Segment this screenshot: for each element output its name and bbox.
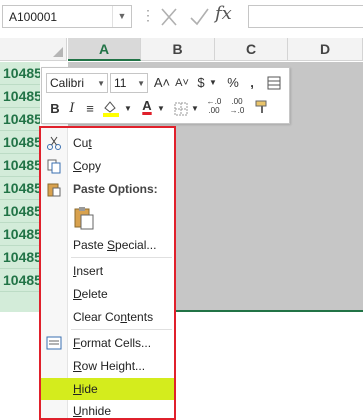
column-header-c[interactable]: C <box>215 38 288 61</box>
context-menu: Cut Copy Paste Options: Paste Special...… <box>39 126 176 420</box>
menu-item-label: Copy <box>73 159 102 173</box>
menu-item-label: Insert <box>73 264 104 278</box>
font-name-value: Calibri <box>50 76 85 90</box>
comma-label: , <box>250 75 254 90</box>
font-name-select[interactable]: Calibri ▼ <box>46 73 108 93</box>
menu-item-label: Unhide <box>73 404 112 418</box>
row-header[interactable]: 1048576 <box>0 246 40 269</box>
chevron-down-icon[interactable]: ▼ <box>156 99 166 119</box>
font-size-select[interactable]: 11 ▼ <box>110 73 148 93</box>
percent-label: % <box>227 75 239 90</box>
enter-icon[interactable] <box>186 4 212 30</box>
bold-button[interactable]: B <box>47 99 63 119</box>
select-all-button[interactable] <box>0 38 67 61</box>
italic-label: I <box>69 101 75 116</box>
row-header[interactable]: 1048576 <box>0 108 40 131</box>
menu-item-copy[interactable]: Copy <box>41 155 174 177</box>
bold-label: B <box>50 101 60 116</box>
menu-item-label: Cut <box>73 136 92 150</box>
chevron-down-icon[interactable]: ▼ <box>208 73 218 93</box>
column-header-d[interactable]: D <box>288 38 363 61</box>
row-headers: 1048576 1048576 1048576 1048576 1048576 … <box>0 62 40 312</box>
align-label: ≡ <box>86 101 94 116</box>
menu-item-label: Delete <box>73 287 108 301</box>
grow-font-button[interactable]: A˄ <box>152 73 172 93</box>
mini-toolbar: Calibri ▼ 11 ▼ A˄ A˅ $ ▼ % , B I ≡ ▼ A ▼… <box>41 67 290 124</box>
menu-item-label: Paste Special... <box>73 238 157 252</box>
menu-item-row-height[interactable]: Row Height... <box>41 355 174 377</box>
row-header[interactable]: 1048576 <box>0 85 40 108</box>
menu-item-unhide[interactable]: Unhide <box>41 400 174 420</box>
menu-item-hide[interactable]: Hide <box>41 378 174 400</box>
font-color-button[interactable]: A <box>138 96 156 116</box>
blank-area <box>0 312 40 420</box>
column-header-a[interactable]: A <box>68 38 141 61</box>
menu-item-label: Format Cells... <box>73 336 152 350</box>
comma-button[interactable]: , <box>245 73 259 93</box>
chevron-down-icon[interactable]: ▼ <box>112 6 131 27</box>
row-header[interactable]: 1048576 <box>0 200 40 223</box>
select-all-triangle-icon <box>53 47 63 57</box>
grow-font-label: A˄ <box>153 75 171 90</box>
shrink-font-label: A˅ <box>175 77 189 89</box>
font-color-label: A <box>142 98 152 113</box>
chevron-down-icon[interactable]: ▼ <box>123 99 133 119</box>
font-size-value: 11 <box>114 76 127 90</box>
menu-item-paste-special[interactable]: Paste Special... <box>41 234 174 256</box>
menu-separator <box>71 257 172 258</box>
chevron-down-icon: ▼ <box>97 79 105 88</box>
menu-item-label: Clear Contents <box>73 310 154 324</box>
more-options-icon[interactable]: ⋮ <box>141 7 155 24</box>
menu-item-paste-options: Paste Options: <box>41 178 174 200</box>
chevron-down-icon: ▼ <box>137 79 145 88</box>
currency-button[interactable]: $ <box>194 73 208 93</box>
italic-button[interactable]: I <box>65 99 79 119</box>
cancel-icon[interactable] <box>156 4 182 30</box>
row-header[interactable]: 1048576 <box>0 269 40 292</box>
formula-icons <box>156 4 246 30</box>
name-box-value: A100001 <box>9 10 58 24</box>
format-painter-icon[interactable] <box>252 99 272 119</box>
menu-item-format-cells[interactable]: Format Cells... <box>41 332 174 354</box>
row-header[interactable]: 1048576 <box>0 62 40 85</box>
decrease-decimal-button[interactable]: .00 →.0 <box>227 97 247 117</box>
format-cells-icon <box>46 336 62 350</box>
column-header-b[interactable]: B <box>141 38 215 61</box>
menu-item-clear-contents[interactable]: Clear Contents <box>41 306 174 328</box>
menu-item-cut[interactable]: Cut <box>41 132 174 154</box>
menu-item-label: Paste Options: <box>73 182 158 196</box>
menu-item-label: Row Height... <box>73 359 146 373</box>
paste-icon <box>47 183 61 197</box>
name-box[interactable]: A100001 ▼ <box>2 5 132 28</box>
insert-function-icon[interactable]: fx <box>215 3 232 24</box>
shrink-font-button[interactable]: A˅ <box>173 73 191 93</box>
percent-button[interactable]: % <box>224 73 242 93</box>
menu-item-delete[interactable]: Delete <box>41 283 174 305</box>
increase-decimal-label: ←.0 .00 <box>206 97 222 115</box>
row-header[interactable]: 1048576 <box>0 177 40 200</box>
decrease-decimal-label: .00 →.0 <box>229 97 245 115</box>
paste-button[interactable] <box>41 206 174 234</box>
chevron-down-icon[interactable]: ▼ <box>190 99 200 119</box>
menu-separator <box>71 329 172 330</box>
align-center-button[interactable]: ≡ <box>82 99 98 119</box>
scissors-icon <box>47 136 61 150</box>
format-table-icon[interactable] <box>264 73 284 93</box>
row-header[interactable]: 1048576 <box>0 131 40 154</box>
copy-icon <box>47 159 61 174</box>
borders-icon[interactable] <box>172 99 190 119</box>
menu-item-label: Hide <box>73 382 98 396</box>
formula-bar: A100001 ▼ ⋮ fx <box>0 0 363 36</box>
currency-label: $ <box>197 75 205 90</box>
formula-input[interactable] <box>248 5 363 28</box>
menu-item-insert[interactable]: Insert <box>41 260 174 282</box>
row-header[interactable]: 1048576 <box>0 154 40 177</box>
fill-color-icon[interactable] <box>100 99 122 119</box>
increase-decimal-button[interactable]: ←.0 .00 <box>204 97 224 117</box>
row-header[interactable]: 1048576 <box>0 223 40 246</box>
clipboard-icon <box>74 207 94 230</box>
